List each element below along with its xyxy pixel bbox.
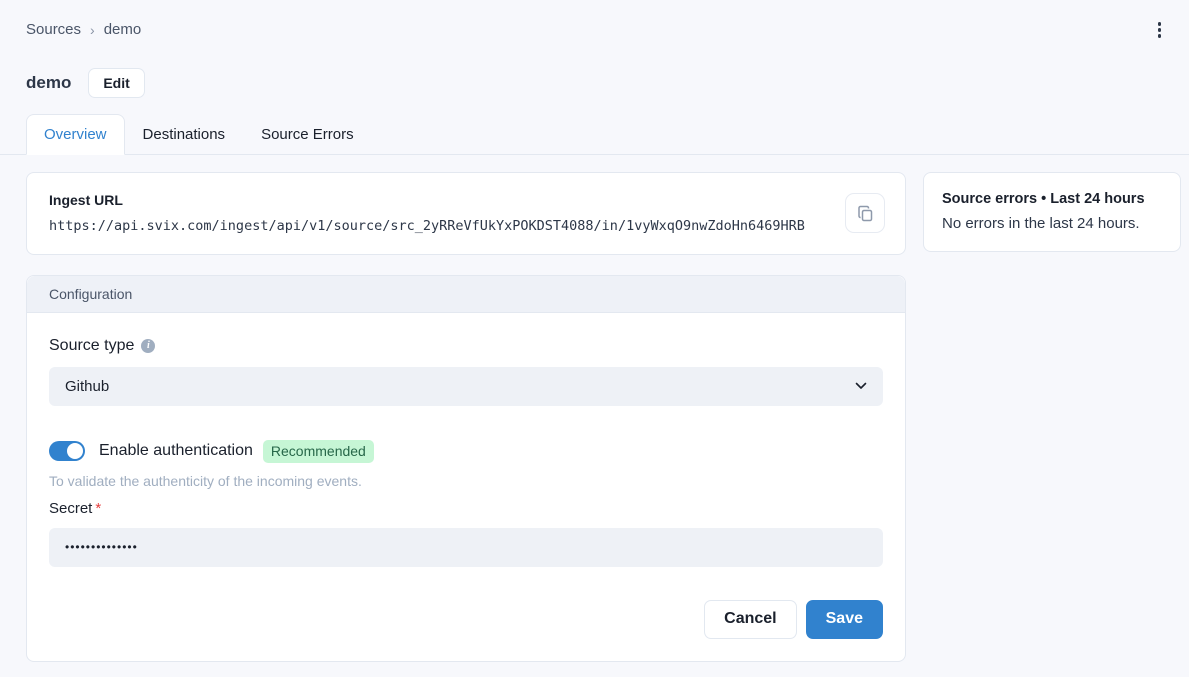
enable-auth-row: Enable authentication Recommended	[49, 440, 883, 463]
configuration-card: Configuration Source type i Github	[26, 275, 906, 662]
copy-button[interactable]	[845, 193, 885, 233]
breadcrumb-current-demo[interactable]: demo	[104, 21, 142, 38]
source-type-label: Source type	[49, 335, 134, 357]
recommended-badge: Recommended	[263, 440, 374, 463]
form-actions: Cancel Save	[49, 600, 883, 639]
ingest-url-card: Ingest URL https://api.svix.com/ingest/a…	[26, 172, 906, 255]
page-title: demo	[26, 73, 71, 93]
main-content: Ingest URL https://api.svix.com/ingest/a…	[0, 155, 1189, 662]
source-type-label-row: Source type i	[49, 335, 883, 357]
info-icon[interactable]: i	[141, 339, 155, 353]
kebab-dot	[1158, 28, 1162, 32]
breadcrumb-sources-link[interactable]: Sources	[26, 21, 81, 38]
tab-overview[interactable]: Overview	[26, 114, 125, 155]
source-type-select[interactable]: Github	[49, 367, 883, 406]
toggle-knob	[67, 443, 83, 459]
page: Sources › demo demo Edit Overview Destin…	[0, 0, 1189, 677]
breadcrumb-separator-icon: ›	[90, 22, 95, 38]
title-row: demo Edit	[0, 42, 1189, 98]
edit-button[interactable]: Edit	[88, 68, 144, 98]
configuration-card-body: Source type i Github Enable authenti	[27, 313, 905, 661]
configuration-card-header: Configuration	[27, 276, 905, 313]
secret-label-row: Secret*	[49, 499, 883, 519]
chevron-down-icon	[855, 382, 867, 390]
kebab-dot	[1158, 34, 1162, 38]
source-errors-body: No errors in the last 24 hours.	[942, 213, 1162, 235]
kebab-menu-icon[interactable]	[1152, 18, 1168, 42]
left-column: Ingest URL https://api.svix.com/ingest/a…	[26, 172, 906, 662]
required-asterisk: *	[95, 500, 101, 517]
tab-source-errors[interactable]: Source Errors	[243, 114, 372, 155]
ingest-url-text: Ingest URL https://api.svix.com/ingest/a…	[49, 190, 805, 237]
enable-auth-toggle[interactable]	[49, 441, 85, 461]
secret-label: Secret	[49, 500, 92, 517]
ingest-url-label: Ingest URL	[49, 190, 805, 211]
source-errors-title: Source errors • Last 24 hours	[942, 189, 1162, 210]
tab-bar: Overview Destinations Source Errors	[0, 114, 1189, 155]
right-column: Source errors • Last 24 hours No errors …	[923, 172, 1181, 252]
source-type-selected-value: Github	[65, 378, 109, 395]
top-bar: Sources › demo	[0, 0, 1189, 42]
copy-icon	[857, 205, 874, 222]
breadcrumb: Sources › demo	[26, 21, 141, 38]
enable-auth-label: Enable authentication	[99, 442, 253, 460]
auth-helper-text: To validate the authenticity of the inco…	[49, 472, 883, 490]
source-errors-card: Source errors • Last 24 hours No errors …	[923, 172, 1181, 252]
ingest-url-value: https://api.svix.com/ingest/api/v1/sourc…	[49, 215, 805, 237]
cancel-button[interactable]: Cancel	[704, 600, 796, 639]
save-button[interactable]: Save	[806, 600, 883, 639]
secret-input[interactable]	[49, 528, 883, 567]
tab-destinations[interactable]: Destinations	[125, 114, 244, 155]
kebab-dot	[1158, 22, 1162, 26]
